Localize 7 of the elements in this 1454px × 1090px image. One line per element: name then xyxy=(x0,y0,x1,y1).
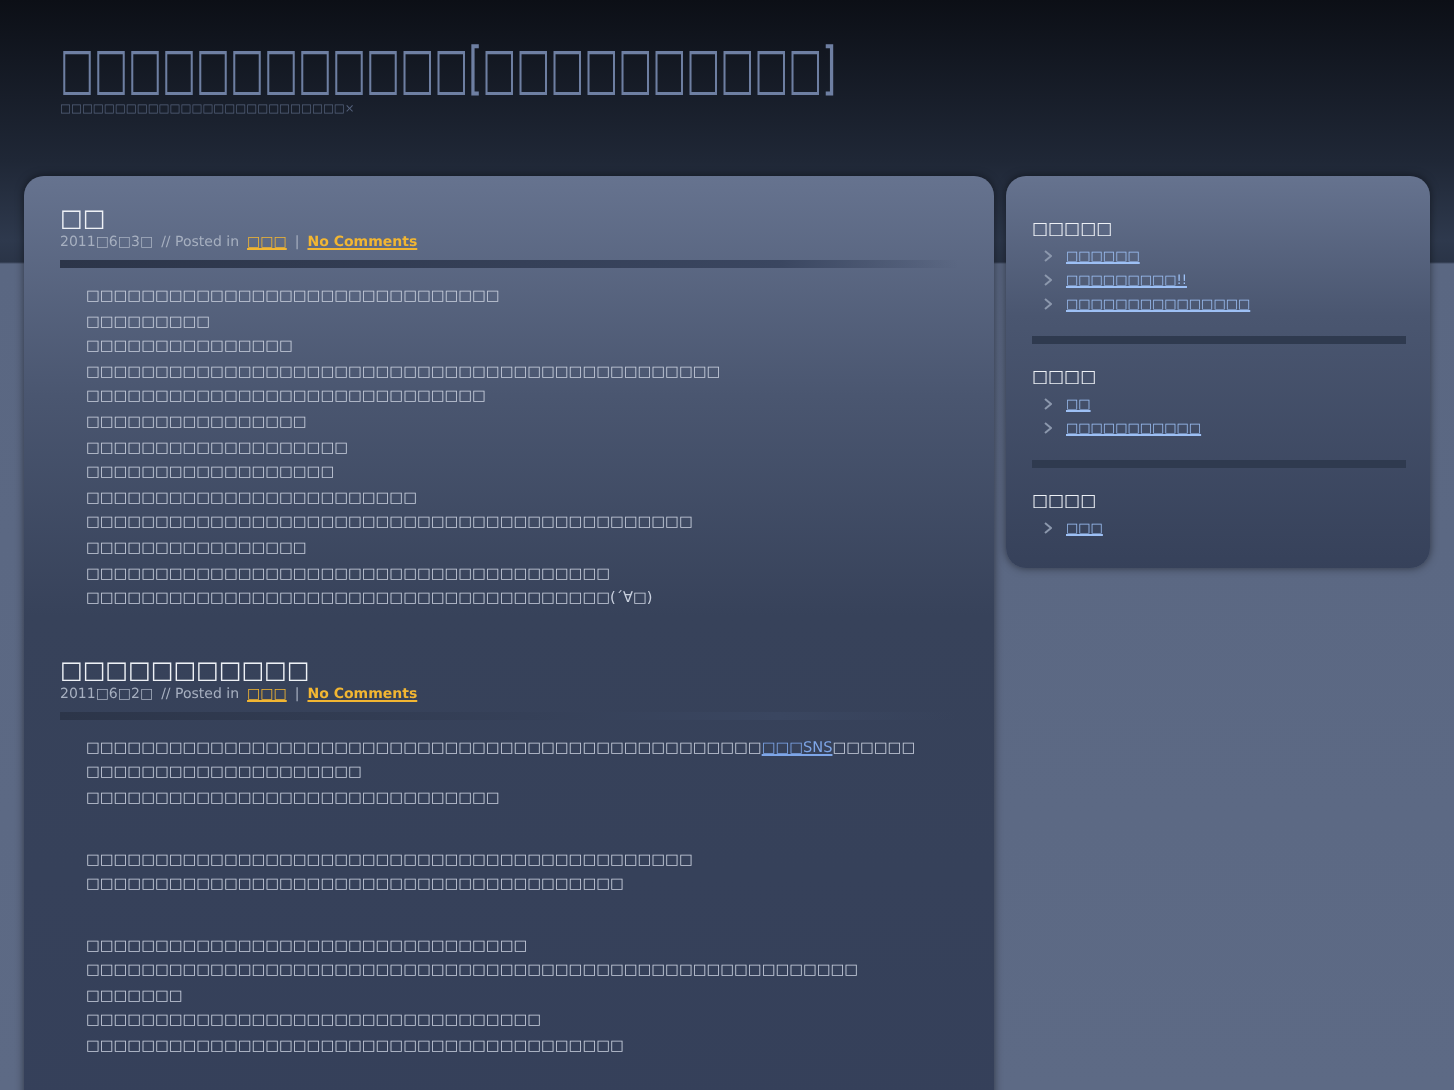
post-title[interactable]: □□ xyxy=(60,204,958,234)
sidebar-heading: □□□□□ xyxy=(1032,218,1115,244)
site-title[interactable]: □□□□□□□□□□□□[□□□□□□□□□□] xyxy=(60,40,837,104)
sidebar-heading: □□□□ xyxy=(1032,490,1099,516)
sidebar-heading: □□□□ xyxy=(1032,366,1099,392)
post-title[interactable]: □□□□□□□□□□□ xyxy=(60,655,958,686)
chevron-icon xyxy=(1044,522,1052,534)
